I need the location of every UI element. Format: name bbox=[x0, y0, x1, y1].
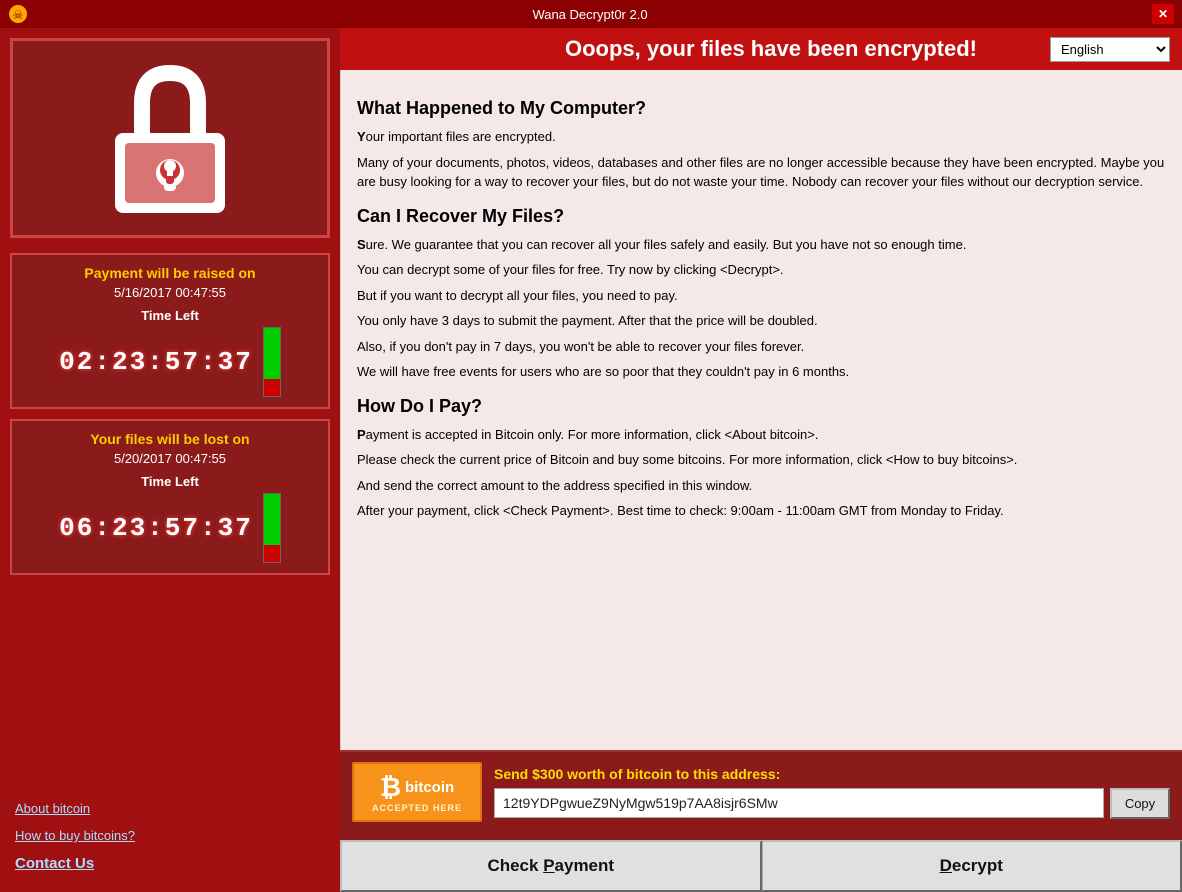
left-panel: Payment will be raised on 5/16/2017 00:4… bbox=[0, 28, 340, 892]
section3-p1: Payment is accepted in Bitcoin only. For… bbox=[357, 425, 1166, 445]
lock-container bbox=[10, 38, 330, 238]
timer2-timeleft-label: Time Left bbox=[22, 474, 318, 489]
section1-p1: Your important files are encrypted. bbox=[357, 127, 1166, 147]
section2-p6: We will have free events for users who a… bbox=[357, 362, 1166, 382]
section3-p1-firstletter: P bbox=[357, 427, 366, 442]
about-bitcoin-link[interactable]: About bitcoin bbox=[15, 801, 325, 816]
contact-us-link[interactable]: Contact Us bbox=[15, 855, 325, 872]
bitcoin-logo: ₿ bitcoin ACCEPTED HERE bbox=[352, 762, 482, 822]
section2-p4: You only have 3 days to submit the payme… bbox=[357, 311, 1166, 331]
section3-p1-rest: ayment is accepted in Bitcoin only. For … bbox=[366, 427, 819, 442]
timer1-digits: 02:23:57:37 bbox=[59, 347, 253, 377]
section1-p1-firstletter: Y bbox=[357, 129, 366, 144]
timer1-bar-green bbox=[264, 328, 280, 379]
how-to-buy-link[interactable]: How to buy bitcoins? bbox=[15, 828, 325, 843]
header-headline: Ooops, your files have been encrypted! bbox=[492, 36, 1050, 62]
right-content[interactable]: What Happened to My Computer? Your impor… bbox=[340, 70, 1182, 750]
timer-box-2: Your files will be lost on 5/20/2017 00:… bbox=[10, 419, 330, 575]
language-select[interactable]: English Spanish French German Chinese Ru… bbox=[1050, 37, 1170, 62]
timer1-row: 02:23:57:37 bbox=[22, 327, 318, 397]
bitcoin-address-input[interactable] bbox=[494, 788, 1104, 818]
section1-title: What Happened to My Computer? bbox=[357, 98, 1166, 119]
bitcoin-sub: ACCEPTED HERE bbox=[372, 803, 462, 813]
bitcoin-name: bitcoin bbox=[405, 779, 454, 796]
timer2-label: Your files will be lost on bbox=[22, 431, 318, 447]
links-section: About bitcoin How to buy bitcoins? Conta… bbox=[10, 791, 330, 882]
section3-p3: And send the correct amount to the addre… bbox=[357, 476, 1166, 496]
send-label: Send $300 worth of bitcoin to this addre… bbox=[494, 766, 1170, 782]
send-info: Send $300 worth of bitcoin to this addre… bbox=[494, 766, 1170, 819]
svg-text:☠: ☠ bbox=[13, 8, 24, 22]
main-content: Payment will be raised on 5/16/2017 00:4… bbox=[0, 28, 1182, 892]
section2-p1-rest: ure. We guarantee that you can recover a… bbox=[366, 237, 967, 252]
timer2-date: 5/20/2017 00:47:55 bbox=[22, 451, 318, 466]
decrypt-button[interactable]: Decrypt bbox=[762, 840, 1182, 892]
section2-p3: But if you want to decrypt all your file… bbox=[357, 286, 1166, 306]
timer2-digits: 06:23:57:37 bbox=[59, 513, 253, 543]
timer1-label: Payment will be raised on bbox=[22, 265, 318, 281]
section2-title: Can I Recover My Files? bbox=[357, 206, 1166, 227]
main-window: ☠ Wana Decrypt0r 2.0 ✕ bbox=[0, 0, 1182, 892]
section2-p5: Also, if you don't pay in 7 days, you wo… bbox=[357, 337, 1166, 357]
section1-p2: Many of your documents, photos, videos, … bbox=[357, 153, 1166, 192]
payment-section: ₿ bitcoin ACCEPTED HERE Send $300 worth … bbox=[340, 750, 1182, 840]
section2-p1-firstletter: S bbox=[357, 237, 366, 252]
section3-p4: After your payment, click <Check Payment… bbox=[357, 501, 1166, 521]
window-title: Wana Decrypt0r 2.0 bbox=[28, 7, 1152, 22]
close-button[interactable]: ✕ bbox=[1152, 4, 1174, 24]
timer1-bar bbox=[263, 327, 281, 397]
section3-title: How Do I Pay? bbox=[357, 396, 1166, 417]
timer1-timeleft-label: Time Left bbox=[22, 308, 318, 323]
copy-button[interactable]: Copy bbox=[1110, 788, 1170, 819]
decrypt-underline: D bbox=[940, 856, 952, 875]
titlebar: ☠ Wana Decrypt0r 2.0 ✕ bbox=[0, 0, 1182, 28]
timer-box-1: Payment will be raised on 5/16/2017 00:4… bbox=[10, 253, 330, 409]
timer1-bar-red bbox=[264, 379, 280, 396]
address-row: Copy bbox=[494, 788, 1170, 819]
section2-p1: Sure. We guarantee that you can recover … bbox=[357, 235, 1166, 255]
section2-p2: You can decrypt some of your files for f… bbox=[357, 260, 1166, 280]
timer2-bar-red bbox=[264, 545, 280, 562]
timer1-date: 5/16/2017 00:47:55 bbox=[22, 285, 318, 300]
app-icon: ☠ bbox=[8, 4, 28, 24]
check-payment-button[interactable]: Check Payment bbox=[340, 840, 762, 892]
timer2-bar bbox=[263, 493, 281, 563]
section3-p2: Please check the current price of Bitcoi… bbox=[357, 450, 1166, 470]
timer2-bar-green bbox=[264, 494, 280, 545]
bitcoin-symbol: ₿ bbox=[380, 772, 401, 803]
bitcoin-row: ₿ bitcoin ACCEPTED HERE Send $300 worth … bbox=[352, 762, 1170, 822]
right-panel: Ooops, your files have been encrypted! E… bbox=[340, 28, 1182, 892]
lock-icon bbox=[100, 58, 240, 218]
timer2-row: 06:23:57:37 bbox=[22, 493, 318, 563]
check-payment-underline: P bbox=[543, 856, 554, 875]
section1-p1-rest: our important files are encrypted. bbox=[366, 129, 556, 144]
right-header: Ooops, your files have been encrypted! E… bbox=[340, 28, 1182, 70]
bottom-buttons: Check Payment Decrypt bbox=[340, 840, 1182, 892]
